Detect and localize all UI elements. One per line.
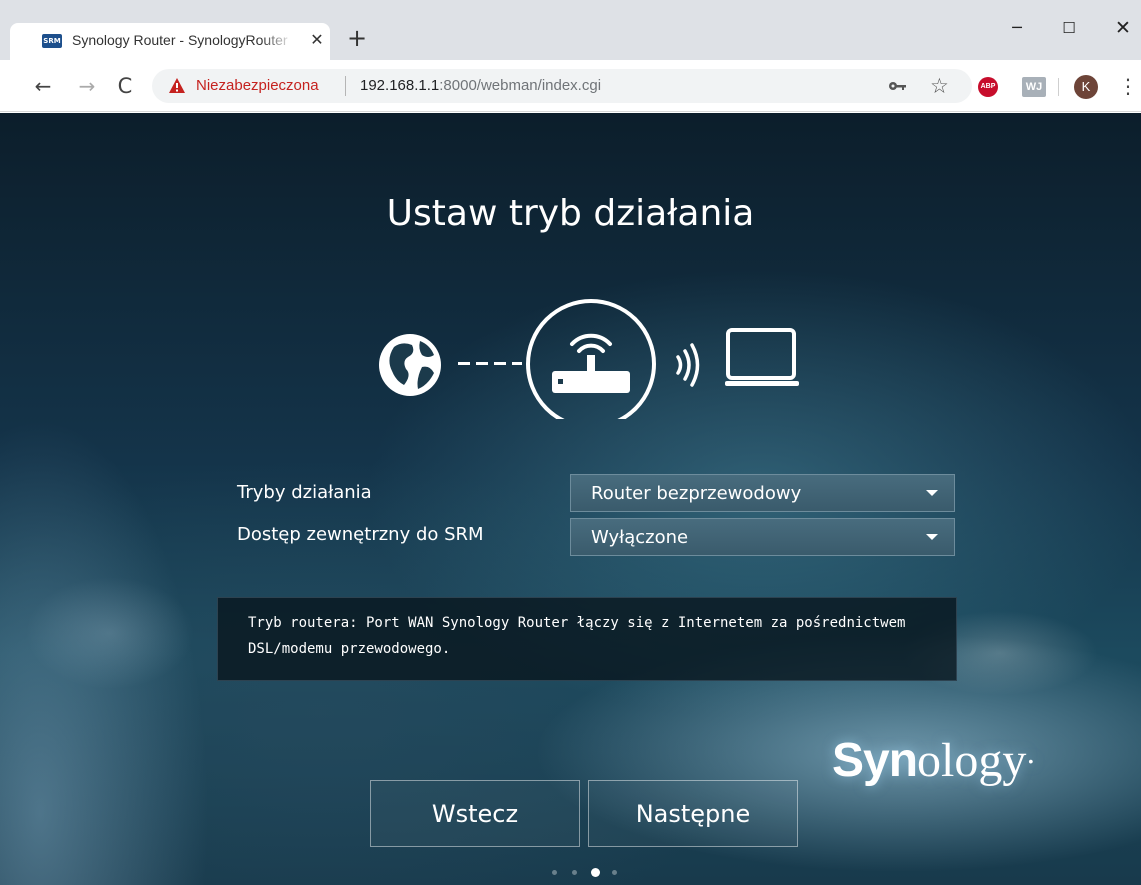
warning-icon[interactable] bbox=[168, 77, 186, 95]
url-divider bbox=[345, 76, 346, 96]
page-title: Ustaw tryb działania bbox=[386, 193, 755, 234]
browser-toolbar: ← → C Niezabezpieczona 192.168.1.1:8000/… bbox=[0, 60, 1141, 112]
step-indicator bbox=[548, 868, 628, 878]
external-access-value: Wyłączone bbox=[591, 527, 689, 548]
address-bar[interactable]: Niezabezpieczona 192.168.1.1:8000/webman… bbox=[152, 69, 972, 103]
topology-illustration bbox=[379, 299, 799, 419]
new-tab-button[interactable]: + bbox=[344, 25, 370, 51]
chevron-down-icon bbox=[926, 534, 938, 540]
setup-wizard-page: Ustaw tryb działania Tryby działania Rou… bbox=[0, 113, 1141, 885]
external-access-select[interactable]: Wyłączone bbox=[570, 518, 955, 556]
key-icon[interactable] bbox=[888, 78, 908, 94]
link-dashes bbox=[458, 362, 522, 365]
laptop-icon bbox=[725, 328, 799, 386]
step-dot bbox=[552, 870, 557, 875]
mode-description-box: Tryb routera: Port WAN Synology Router ł… bbox=[217, 597, 957, 681]
profile-avatar[interactable]: K bbox=[1074, 75, 1098, 99]
step-dot-active bbox=[591, 868, 600, 877]
wj-extension-icon[interactable]: WJ bbox=[1022, 77, 1046, 97]
url-text[interactable]: 192.168.1.1:8000/webman/index.cgi bbox=[360, 77, 601, 94]
operation-mode-label: Tryby działania bbox=[237, 482, 372, 503]
browser-tab[interactable]: SRM Synology Router - SynologyRouter ✕ bbox=[10, 23, 330, 60]
next-wizard-button[interactable]: Następne bbox=[588, 780, 798, 847]
mode-description-text: Tryb routera: Port WAN Synology Router ł… bbox=[248, 615, 906, 657]
back-button[interactable]: ← bbox=[30, 73, 56, 99]
window-close-button[interactable]: ✕ bbox=[1109, 14, 1137, 42]
forward-button[interactable]: → bbox=[74, 73, 100, 99]
url-path: :8000/webman/index.cgi bbox=[439, 77, 602, 94]
external-access-label: Dostęp zewnętrzny do SRM bbox=[237, 524, 484, 545]
back-wizard-button[interactable]: Wstecz bbox=[370, 780, 580, 847]
tab-title: Synology Router - SynologyRouter bbox=[72, 32, 288, 48]
chevron-down-icon bbox=[926, 490, 938, 496]
srm-favicon-icon: SRM bbox=[42, 34, 62, 48]
window-minimize-button[interactable]: ─ bbox=[1003, 14, 1031, 42]
reload-button[interactable]: C bbox=[112, 73, 138, 99]
operation-mode-value: Router bezprzewodowy bbox=[591, 483, 802, 504]
security-status-label[interactable]: Niezabezpieczona bbox=[196, 77, 319, 94]
adblock-extension-icon[interactable]: ABP bbox=[978, 77, 998, 97]
toolbar-divider bbox=[1058, 78, 1059, 96]
browser-menu-icon[interactable]: ⋮ bbox=[1118, 72, 1138, 100]
router-icon bbox=[526, 299, 656, 419]
step-dot bbox=[612, 870, 617, 875]
url-host: 192.168.1.1 bbox=[360, 77, 440, 94]
window-maximize-button[interactable]: ☐ bbox=[1055, 14, 1083, 42]
synology-logo: Synology • bbox=[832, 734, 1034, 787]
operation-mode-select[interactable]: Router bezprzewodowy bbox=[570, 474, 955, 512]
globe-icon bbox=[379, 334, 441, 396]
wireless-waves-icon bbox=[676, 343, 700, 387]
bookmark-star-icon[interactable]: ☆ bbox=[930, 73, 949, 99]
step-dot bbox=[572, 870, 577, 875]
tab-close-icon[interactable]: ✕ bbox=[306, 30, 328, 52]
browser-tabstrip: SRM Synology Router - SynologyRouter ✕ +… bbox=[0, 0, 1141, 60]
